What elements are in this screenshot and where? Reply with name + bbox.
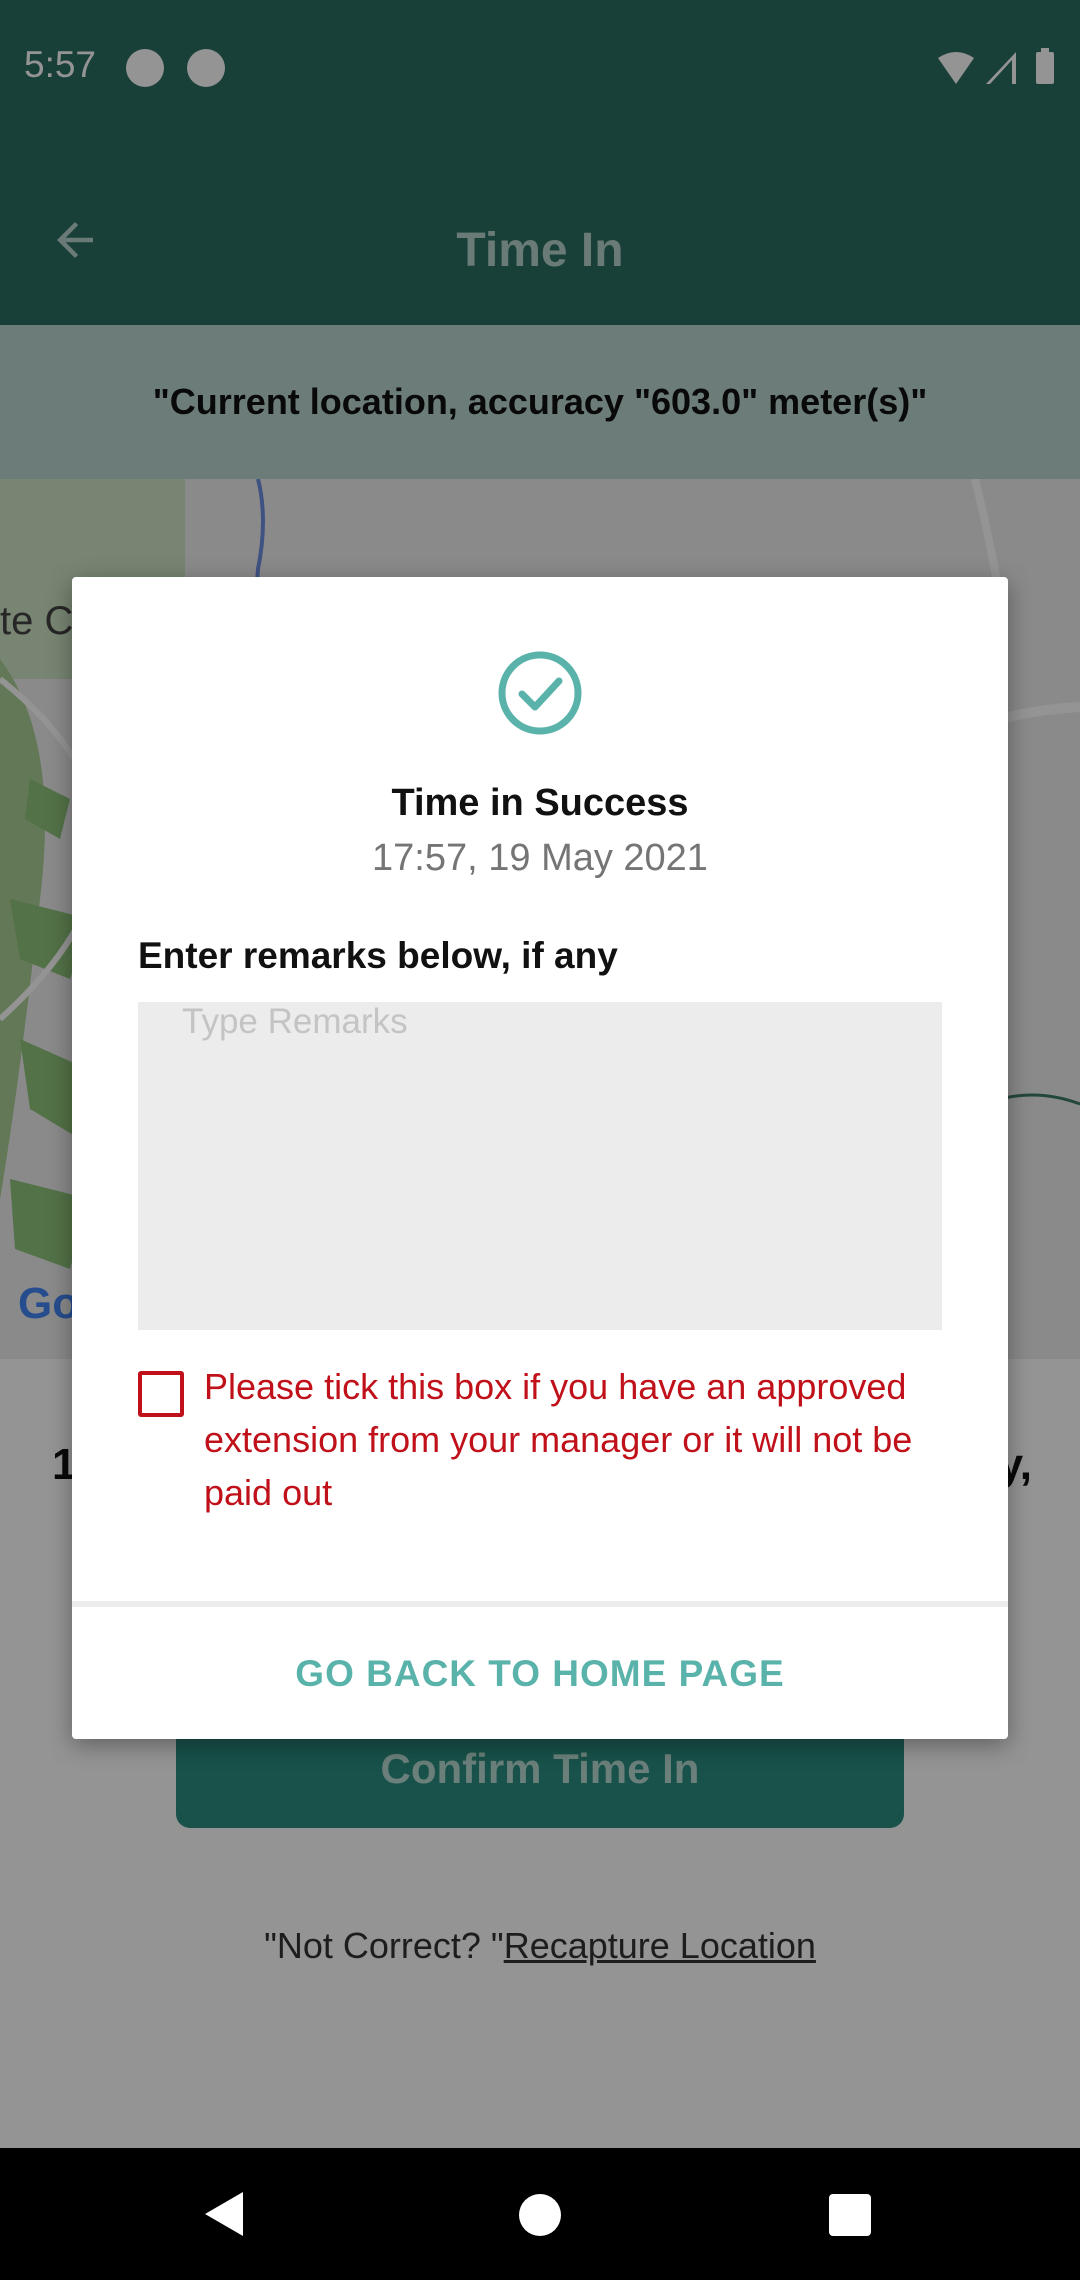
extension-checkbox[interactable] [138, 1371, 184, 1417]
nav-back-icon[interactable] [205, 2192, 243, 2236]
screen: 5:57 Time In "Current location, accuracy… [0, 0, 1080, 2280]
remarks-label: Enter remarks below, if any [138, 935, 618, 976]
remarks-input[interactable] [138, 1002, 942, 1330]
go-back-home-button[interactable]: GO BACK TO HOME PAGE [72, 1607, 1008, 1739]
time-in-success-dialog: Time in Success 17:57, 19 May 2021 Enter… [72, 577, 1008, 1739]
extension-warning-text: Please tick this box if you have an appr… [204, 1366, 913, 1513]
check-circle-icon [498, 651, 582, 735]
nav-home-icon[interactable] [519, 2194, 561, 2236]
nav-recents-icon[interactable] [829, 2194, 871, 2236]
time-in-datetime: 17:57, 19 May 2021 [372, 837, 708, 879]
system-nav-bar [0, 2148, 1080, 2280]
dialog-title: Time in Success [391, 782, 689, 824]
